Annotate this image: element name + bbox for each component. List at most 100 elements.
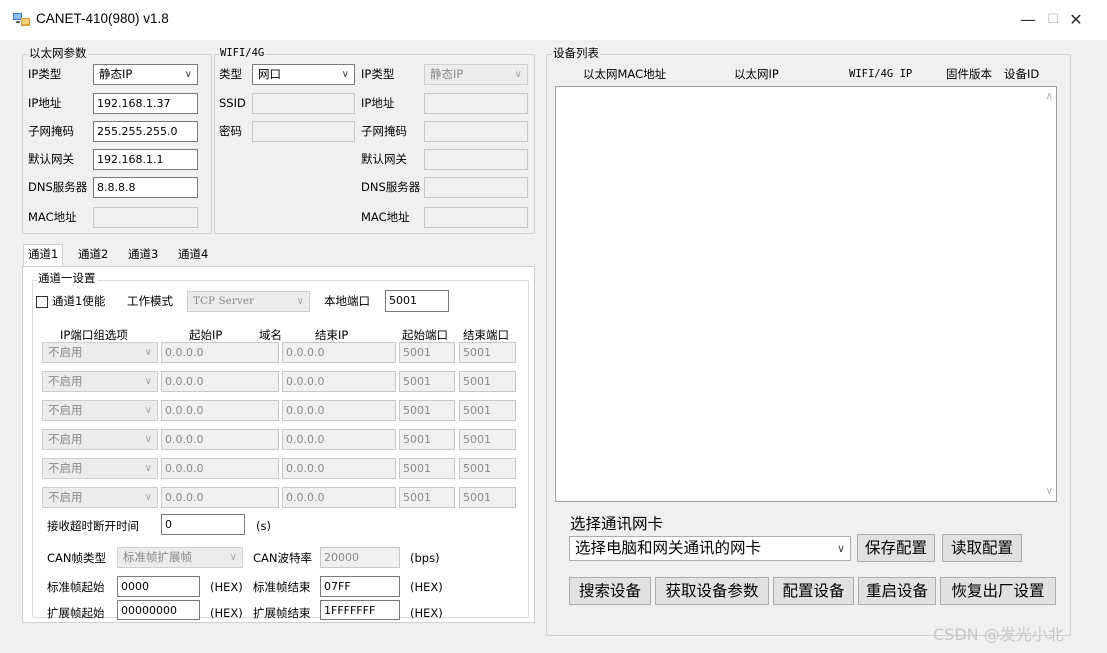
can-type-value: 标准帧扩展帧 [123, 550, 192, 564]
ext-end-field[interactable]: 1FFFFFFF [320, 600, 400, 620]
get-params-button[interactable]: 获取设备参数 [655, 577, 769, 605]
std-end-field[interactable]: 07FF [320, 576, 400, 597]
config-device-button[interactable]: 配置设备 [773, 577, 854, 605]
eth-ip-type-value: 静态IP [99, 67, 133, 81]
scroll-up-icon[interactable]: ∧ [1046, 91, 1053, 102]
std-start-label: 标准帧起始 [47, 580, 105, 594]
header-end-ip: 结束IP [315, 328, 349, 342]
chevron-down-icon: ∨ [144, 434, 152, 445]
nic-label: 选择通讯网卡 [570, 515, 664, 533]
scroll-down-icon[interactable]: ∨ [1046, 486, 1053, 497]
ext-start-field[interactable]: 00000000 [117, 600, 200, 620]
eth-ip-type-select[interactable]: 静态IP ∨ [93, 64, 198, 85]
channel-tab-page: 通道一设置 通道1使能 工作模式 TCP Server ∨ 本地端口 5001 … [22, 266, 535, 623]
chevron-down-icon: ∨ [144, 492, 152, 503]
can-type-label: CAN帧类型 [47, 551, 106, 565]
eth-gateway-field[interactable]: 192.168.1.1 [93, 149, 198, 170]
ip-row-option-value: 不启用 [48, 432, 83, 446]
search-device-button[interactable]: 搜索设备 [569, 577, 651, 605]
col-eth-mac[interactable]: 以太网MAC地址 [583, 67, 666, 81]
ip-row-option-value: 不启用 [48, 345, 83, 359]
wifi-ip-type-label: IP类型 [361, 67, 395, 81]
wifi-ip-type-value: 静态IP [430, 67, 464, 81]
ip-row-option[interactable]: 不启用 ∨ [42, 342, 158, 363]
can-type-select[interactable]: 标准帧扩展帧 ∨ [117, 547, 243, 568]
tab-channel-4[interactable]: 通道4 [174, 245, 212, 266]
eth-mask-label: 子网掩码 [28, 124, 74, 138]
ip-row-option-value: 不启用 [48, 403, 83, 417]
start-ip-field: 0.0.0.0 [161, 487, 279, 508]
wifi-dns-label: DNS服务器 [361, 180, 421, 194]
wifi-type-label: 类型 [219, 67, 242, 81]
chevron-down-icon: ∨ [144, 463, 152, 474]
tab-channel-2[interactable]: 通道2 [74, 245, 112, 266]
chevron-down-icon: ∨ [296, 296, 304, 307]
chevron-down-icon: ∨ [341, 69, 349, 80]
tab-channel-3[interactable]: 通道3 [124, 245, 162, 266]
header-start-ip: 起始IP [189, 328, 223, 342]
work-mode-value: TCP Server [193, 295, 255, 307]
start-port-field: 5001 [399, 429, 455, 450]
eth-mac-field [93, 207, 198, 228]
channel-enable-label: 通道1使能 [52, 294, 106, 308]
work-mode-select[interactable]: TCP Server ∨ [187, 291, 310, 312]
eth-ip-field[interactable]: 192.168.1.37 [93, 93, 198, 114]
channel-enable-checkbox[interactable] [36, 296, 48, 308]
end-port-field: 5001 [459, 400, 516, 421]
end-ip-field: 0.0.0.0 [282, 429, 396, 450]
wifi-pwd-field [252, 121, 355, 142]
end-port-field: 5001 [459, 429, 516, 450]
end-ip-field: 0.0.0.0 [282, 342, 396, 363]
ip-row-option[interactable]: 不启用 ∨ [42, 429, 158, 450]
start-port-field: 5001 [399, 342, 455, 363]
ip-row-option[interactable]: 不启用 ∨ [42, 371, 158, 392]
wifi-mac-label: MAC地址 [361, 210, 410, 224]
col-eth-ip[interactable]: 以太网IP [734, 67, 779, 81]
col-firmware[interactable]: 固件版本 [946, 67, 992, 81]
start-port-field: 5001 [399, 487, 455, 508]
channel-group-label: 通道一设置 [37, 271, 97, 285]
ip-row-option[interactable]: 不启用 ∨ [42, 487, 158, 508]
eth-dns-field[interactable]: 8.8.8.8 [93, 177, 198, 198]
local-port-field[interactable]: 5001 [385, 290, 449, 312]
title-bar: CANET-410(980) v1.8 — ☐ ✕ [0, 0, 1107, 40]
restart-device-button[interactable]: 重启设备 [858, 577, 936, 605]
start-port-field: 5001 [399, 458, 455, 479]
end-ip-field: 0.0.0.0 [282, 458, 396, 479]
end-port-field: 5001 [459, 487, 516, 508]
end-ip-field: 0.0.0.0 [282, 487, 396, 508]
ip-row-option[interactable]: 不启用 ∨ [42, 458, 158, 479]
header-domain: 域名 [259, 328, 282, 342]
chevron-down-icon: ∨ [514, 69, 522, 80]
col-wifi-ip[interactable]: WIFI/4G IP [849, 67, 912, 81]
save-config-button[interactable]: 保存配置 [857, 534, 935, 562]
wifi-type-select[interactable]: 网口 ∨ [252, 64, 355, 85]
end-port-field: 5001 [459, 458, 516, 479]
wifi-group-label: WIFI/4G [219, 47, 266, 60]
eth-ip-type-label: IP类型 [28, 67, 62, 81]
end-port-field: 5001 [459, 342, 516, 363]
can-baud-label: CAN波特率 [253, 551, 312, 565]
timeout-field[interactable]: 0 [161, 514, 245, 535]
app-icon [13, 13, 30, 26]
start-ip-field: 0.0.0.0 [161, 342, 279, 363]
chevron-down-icon: ∨ [144, 376, 152, 387]
local-port-label: 本地端口 [324, 294, 370, 308]
wifi-gateway-label: 默认网关 [361, 152, 407, 166]
start-ip-field: 0.0.0.0 [161, 429, 279, 450]
wifi-type-value: 网口 [258, 67, 281, 81]
chevron-down-icon: ∨ [836, 542, 845, 555]
close-button[interactable]: ✕ [1061, 10, 1091, 30]
std-end-label: 标准帧结束 [253, 580, 311, 594]
device-list[interactable]: ∧ ∨ [555, 86, 1057, 502]
col-device-id[interactable]: 设备ID [1004, 67, 1039, 81]
eth-mask-field[interactable]: 255.255.255.0 [93, 121, 198, 142]
read-config-button[interactable]: 读取配置 [942, 534, 1022, 562]
std-start-field[interactable]: 0000 [117, 576, 200, 597]
nic-select[interactable]: 选择电脑和网关通讯的网卡 ∨ [569, 536, 851, 561]
wifi-pwd-label: 密码 [219, 124, 242, 138]
hex-unit: (HEX) [410, 580, 443, 594]
tab-channel-1[interactable]: 通道1 [23, 244, 64, 267]
factory-reset-button[interactable]: 恢复出厂设置 [940, 577, 1056, 605]
ip-row-option[interactable]: 不启用 ∨ [42, 400, 158, 421]
